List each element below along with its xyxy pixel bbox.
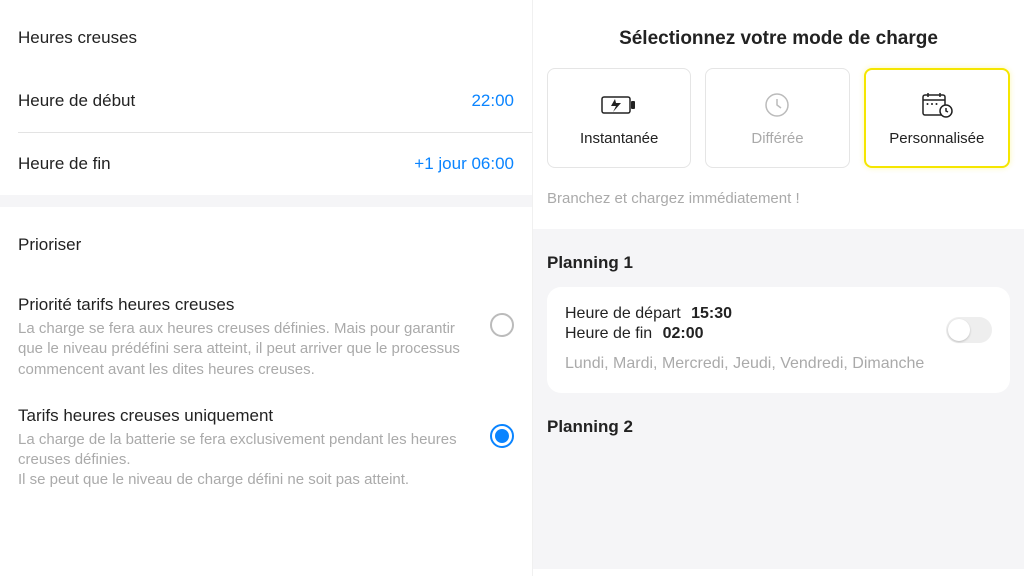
offpeak-only-option[interactable]: Tarifs heures creuses uniquement La char…: [18, 380, 514, 491]
priority-offpeak-option[interactable]: Priorité tarifs heures creuses La charge…: [18, 277, 514, 380]
mode-delayed-card[interactable]: Différée: [705, 68, 849, 168]
planning-block: Planning 1 Heure de départ 15:30 Heure d…: [533, 229, 1024, 569]
radio-selected-icon[interactable]: [490, 424, 514, 448]
offpeak-only-text: Tarifs heures creuses uniquement La char…: [18, 406, 490, 491]
start-time-value: 22:00: [471, 91, 514, 111]
start-time-row[interactable]: Heure de début 22:00: [0, 70, 532, 132]
planning2-title: Planning 2: [547, 417, 1010, 437]
priority-offpeak-desc: La charge se fera aux heures creuses déf…: [18, 319, 470, 380]
start-time-label: Heure de début: [18, 91, 135, 111]
mode-card-row: Instantanée Différée: [533, 68, 1024, 168]
battery-bolt-icon: [599, 90, 639, 120]
planning1-start-value: 15:30: [691, 305, 732, 322]
planning1-card[interactable]: Heure de départ 15:30 Heure de fin 02:00…: [547, 287, 1010, 393]
priority-offpeak-text: Priorité tarifs heures creuses La charge…: [18, 295, 490, 380]
priority-options: Priorité tarifs heures creuses La charge…: [0, 277, 532, 491]
mode-instant-card[interactable]: Instantanée: [547, 68, 691, 168]
planning1-end-label: Heure de fin: [565, 325, 652, 342]
toggle-off-icon: [946, 317, 992, 343]
clock-icon: [757, 90, 797, 120]
prioritize-heading: Prioriser: [0, 207, 532, 277]
planning1-title: Planning 1: [547, 253, 1010, 273]
end-time-value: +1 jour 06:00: [414, 154, 514, 174]
offpeak-only-label: Tarifs heures creuses uniquement: [18, 406, 470, 426]
mode-custom-label: Personnalisée: [889, 130, 984, 147]
planning1-end-line: Heure de fin 02:00: [565, 325, 992, 343]
offpeak-only-desc: La charge de la batterie se fera exclusi…: [18, 430, 470, 491]
mode-title: Sélectionnez votre mode de charge: [533, 0, 1024, 68]
planning1-toggle[interactable]: [946, 317, 992, 343]
planning1-end-value: 02:00: [663, 325, 704, 342]
mode-hint: Branchez et chargez immédiatement !: [533, 168, 1024, 229]
planning1-days: Lundi, Mardi, Mercredi, Jeudi, Vendredi,…: [565, 353, 992, 375]
end-time-label: Heure de fin: [18, 154, 111, 174]
end-time-row[interactable]: Heure de fin +1 jour 06:00: [0, 133, 532, 195]
section-gap: [0, 195, 532, 207]
mode-custom-card[interactable]: Personnalisée: [864, 68, 1010, 168]
priority-offpeak-label: Priorité tarifs heures creuses: [18, 295, 470, 315]
planning1-start-label: Heure de départ: [565, 305, 681, 322]
right-pane: Sélectionnez votre mode de charge Instan…: [532, 0, 1024, 576]
planning1-start-line: Heure de départ 15:30: [565, 305, 992, 323]
calendar-clock-icon: [917, 90, 957, 120]
mode-instant-label: Instantanée: [580, 130, 658, 147]
mode-delayed-label: Différée: [751, 130, 803, 147]
radio-unselected-icon[interactable]: [490, 313, 514, 337]
left-pane: Heures creuses Heure de début 22:00 Heur…: [0, 0, 532, 576]
offpeak-heading: Heures creuses: [0, 0, 532, 70]
